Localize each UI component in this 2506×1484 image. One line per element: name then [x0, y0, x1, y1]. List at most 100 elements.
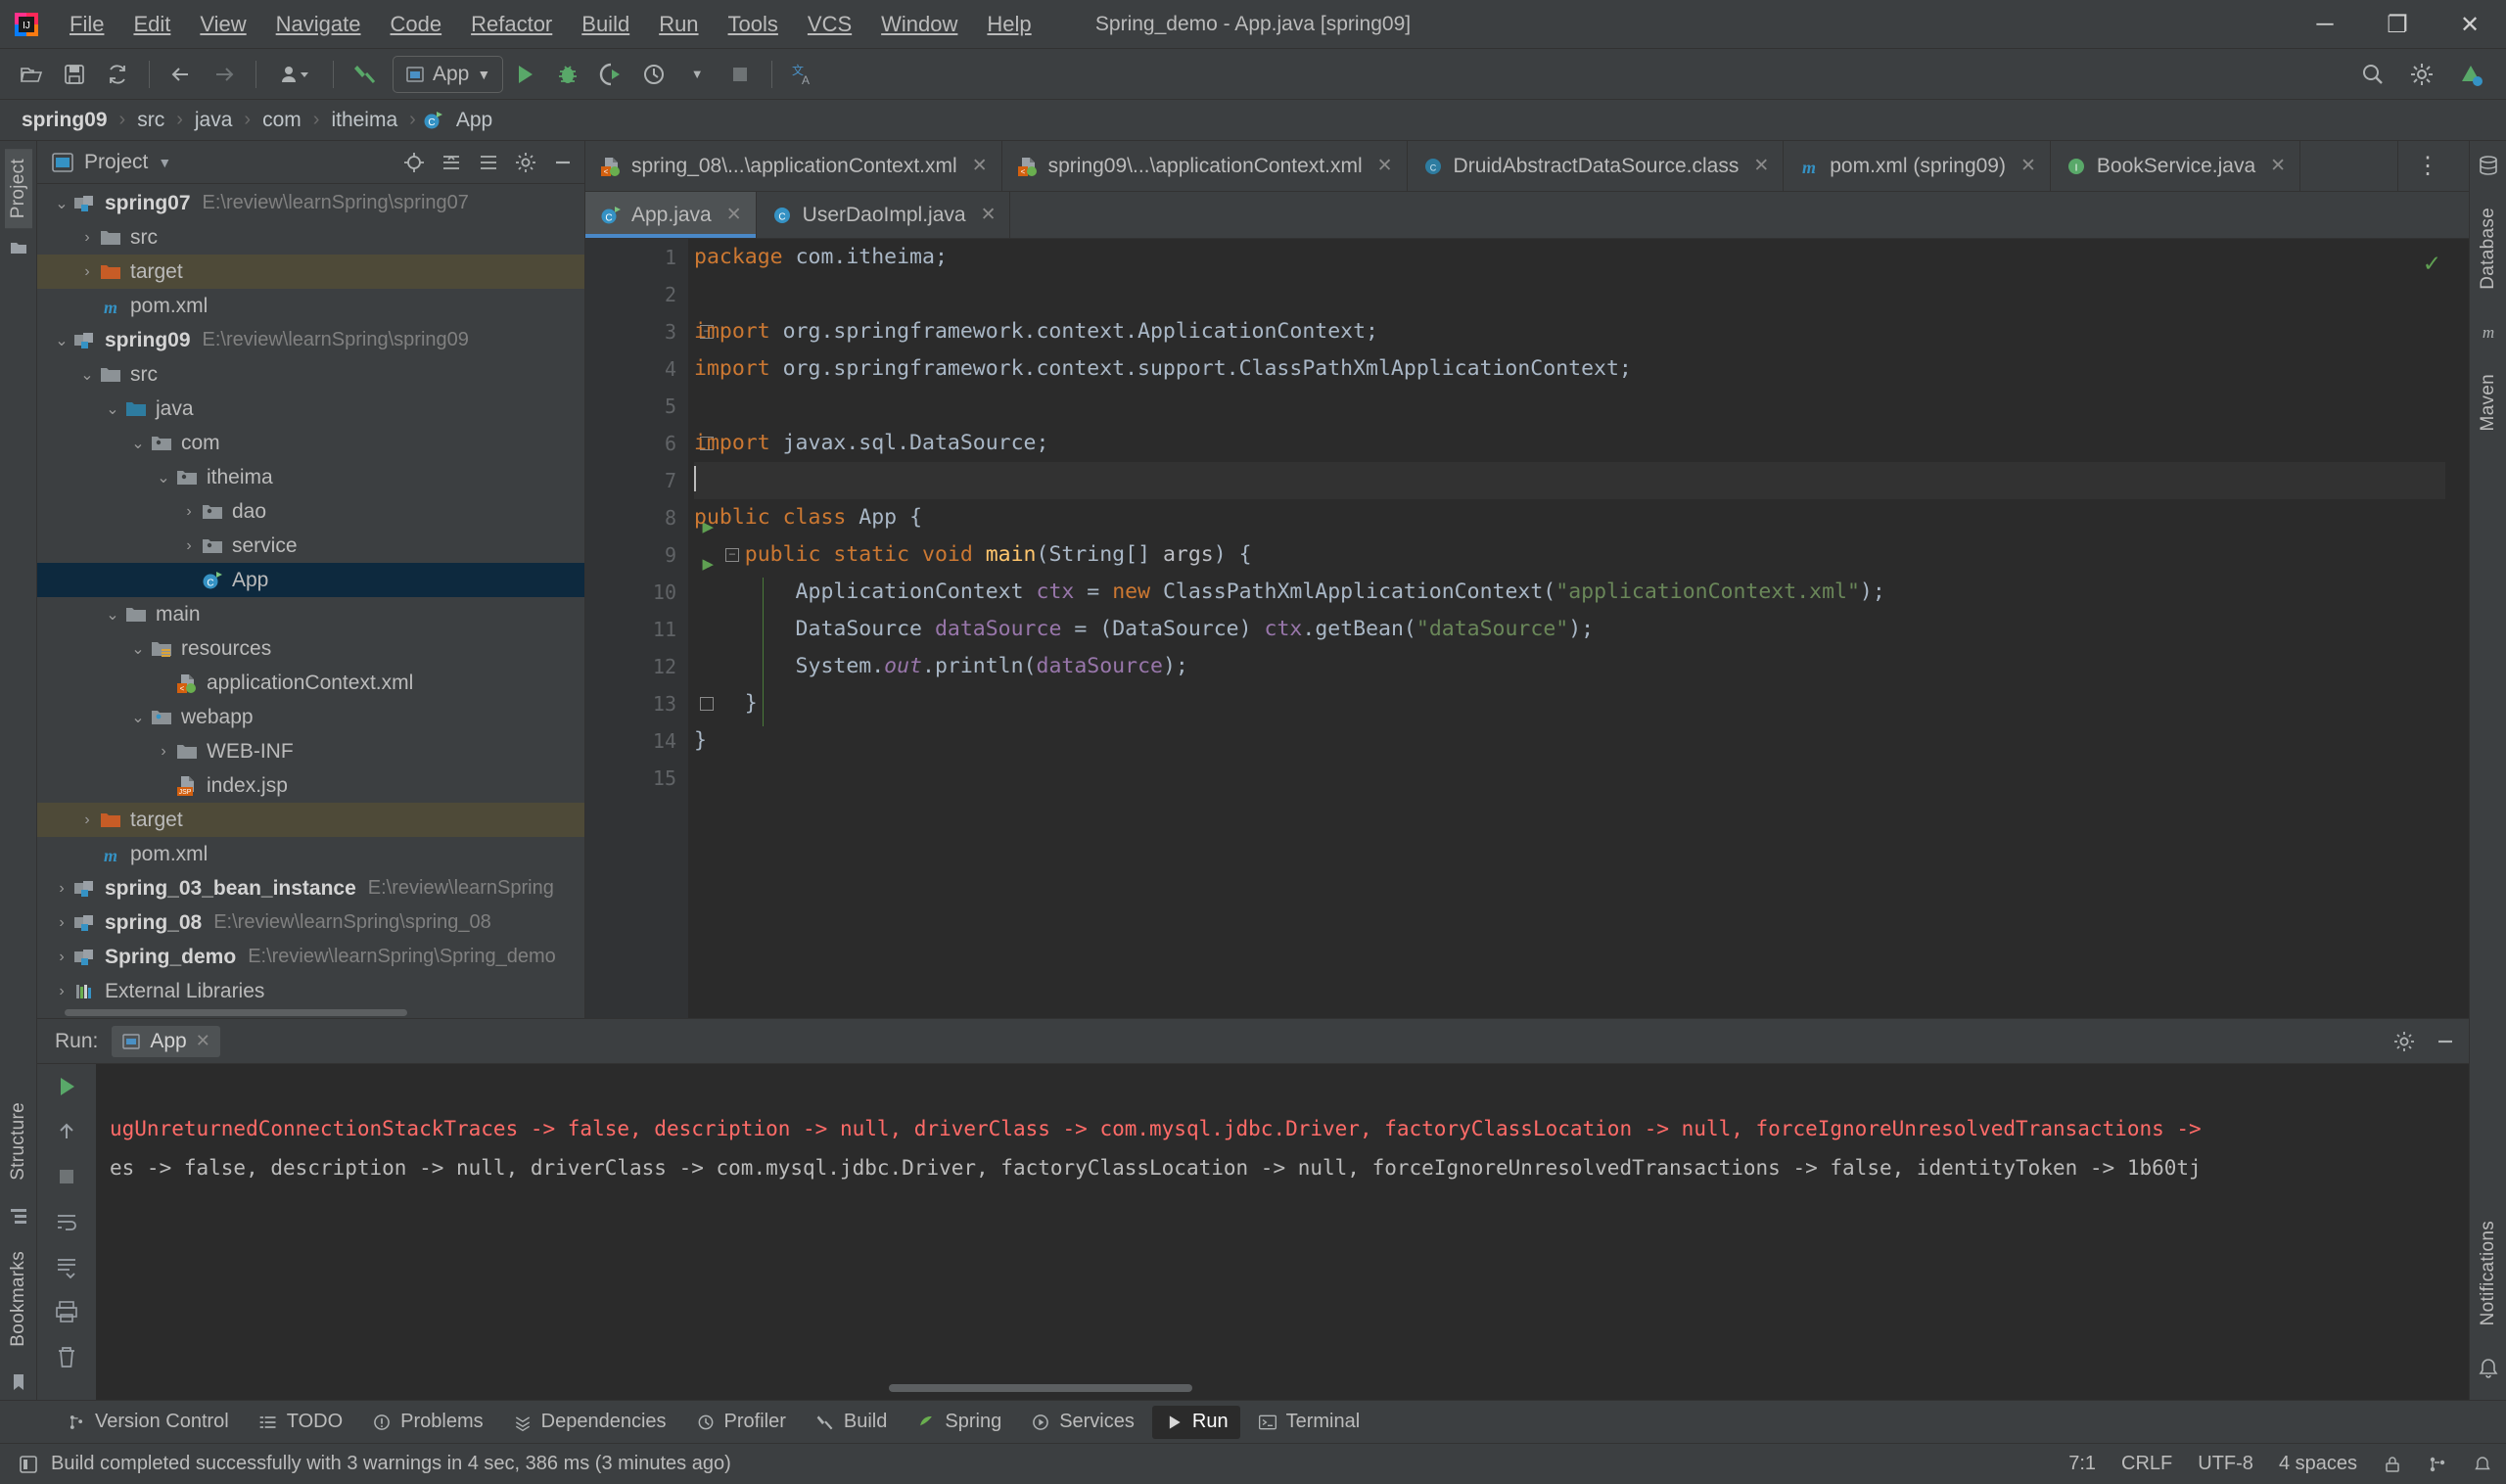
gutter-line-3[interactable]: 3−	[585, 313, 714, 350]
breadcrumb-item-3[interactable]: com	[256, 107, 307, 134]
sync-button[interactable]	[99, 56, 136, 93]
editor-gutter[interactable]: 1 2 3−4 5 6 7 8 ▶ 9 ▶ −10 11 12 13 14 15	[585, 239, 739, 1018]
translate-button[interactable]: 文A	[785, 56, 822, 93]
tool-tab-bookmarks[interactable]: Bookmarks	[5, 1241, 32, 1357]
chevron-right-icon[interactable]: ›	[51, 914, 72, 932]
menu-view[interactable]: View	[185, 8, 260, 41]
gutter-line-2[interactable]: 2	[585, 276, 688, 313]
chevron-right-icon[interactable]: ›	[76, 229, 98, 247]
save-all-button[interactable]	[56, 56, 93, 93]
user-account-button[interactable]	[269, 56, 320, 93]
chevron-down-icon[interactable]: ⌄	[153, 468, 174, 487]
stop-button[interactable]	[721, 56, 759, 93]
menu-code[interactable]: Code	[376, 8, 457, 41]
code-line-11[interactable]: DataSource dataSource = (DataSource) ctx…	[694, 611, 2469, 648]
tree-node-app[interactable]: C App	[37, 563, 584, 597]
print-icon[interactable]	[54, 1299, 79, 1324]
menu-run[interactable]: Run	[644, 8, 713, 41]
close-button[interactable]: ✕	[2434, 0, 2506, 49]
tool-tab-maven[interactable]: Maven	[2475, 364, 2502, 441]
editor-tab-userdaoimpl-java[interactable]: C UserDaoImpl.java ✕	[757, 192, 1011, 238]
editor-tab-spring-08-applicationcontext-xml[interactable]: < spring_08\...\applicationContext.xml ✕	[585, 141, 1002, 191]
tree-node-src[interactable]: ⌄ src	[37, 357, 584, 392]
gutter-line-15[interactable]: 15	[585, 760, 688, 797]
bottom-tab-version-control[interactable]: Version Control	[55, 1406, 241, 1439]
gutter-line-13[interactable]: 13	[585, 685, 714, 722]
gutter-line-11[interactable]: 11	[585, 611, 688, 648]
tree-node-src[interactable]: › src	[37, 220, 584, 255]
stop-icon[interactable]	[54, 1164, 79, 1189]
file-encoding[interactable]: UTF-8	[2198, 1453, 2253, 1475]
code-line-1[interactable]: package com.itheima;	[694, 239, 2469, 276]
editor-tabs-overflow[interactable]: ⋮	[2397, 141, 2469, 191]
chevron-down-icon[interactable]: ⌄	[127, 434, 149, 453]
soft-wrap-icon[interactable]	[54, 1209, 79, 1234]
tree-node-webapp[interactable]: ⌄ webapp	[37, 700, 584, 734]
tool-tab-project[interactable]: Project	[4, 149, 32, 229]
menu-window[interactable]: Window	[866, 8, 972, 41]
code-line-6[interactable]: import javax.sql.DataSource;	[694, 425, 2469, 462]
maximize-button[interactable]: ❐	[2361, 0, 2434, 49]
code-line-15[interactable]	[694, 760, 2469, 797]
bottom-tab-dependencies[interactable]: Dependencies	[501, 1406, 678, 1439]
bottom-tab-build[interactable]: Build	[804, 1406, 899, 1439]
tree-node-java[interactable]: ⌄ java	[37, 392, 584, 426]
chevron-down-icon[interactable]: ⌄	[51, 194, 72, 213]
code-line-14[interactable]: }	[694, 722, 2469, 760]
code-line-13[interactable]: }	[694, 685, 2469, 722]
tool-tab-database[interactable]: Database	[2475, 198, 2502, 300]
caret-position[interactable]: 7:1	[2068, 1453, 2096, 1475]
code-line-12[interactable]: System.out.println(dataSource);	[694, 648, 2469, 685]
rerun-icon[interactable]	[54, 1074, 79, 1099]
editor-tab-pom-xml-spring09-[interactable]: m pom.xml (spring09) ✕	[1784, 141, 2051, 191]
code-line-4[interactable]: import org.springframework.context.suppo…	[694, 350, 2469, 388]
close-icon[interactable]: ✕	[2270, 155, 2286, 177]
profiler-button[interactable]	[635, 56, 673, 93]
console-horizontal-scrollbar[interactable]	[96, 1382, 2469, 1394]
more-vertical-icon[interactable]: ⋮	[2398, 152, 2457, 180]
bottom-tab-problems[interactable]: Problems	[360, 1406, 494, 1439]
expand-all-icon[interactable]	[477, 151, 500, 174]
tree-node-external-libraries[interactable]: › External Libraries	[37, 974, 584, 1006]
tree-node-resources[interactable]: ⌄ resources	[37, 631, 584, 666]
database-icon[interactable]	[2478, 155, 2499, 176]
code-line-8[interactable]: public class App {	[694, 499, 2469, 536]
chevron-down-icon[interactable]: ▼	[158, 155, 171, 170]
tree-node-pom-xml[interactable]: m pom.xml	[37, 289, 584, 323]
search-everywhere-button[interactable]	[2354, 56, 2391, 93]
code-line-2[interactable]	[694, 276, 2469, 313]
debug-button[interactable]	[549, 56, 586, 93]
tree-node-applicationcontext-xml[interactable]: < applicationContext.xml	[37, 666, 584, 700]
chevron-right-icon[interactable]: ›	[51, 949, 72, 966]
menu-navigate[interactable]: Navigate	[261, 8, 376, 41]
bottom-tab-spring[interactable]: Spring	[905, 1406, 1013, 1439]
breadcrumb-item-2[interactable]: java	[189, 107, 239, 134]
gutter-line-12[interactable]: 12	[585, 648, 688, 685]
minimize-button[interactable]: ─	[2289, 0, 2361, 49]
menu-tools[interactable]: Tools	[714, 8, 793, 41]
open-folder-button[interactable]	[13, 56, 50, 93]
editor-tab-app-java[interactable]: C App.java ✕	[585, 192, 757, 238]
navigate-forward-button[interactable]	[206, 56, 243, 93]
notifications-icon[interactable]	[2478, 1357, 2499, 1378]
settings-gear-icon[interactable]	[2392, 1030, 2416, 1053]
maven-icon[interactable]: m	[2478, 321, 2499, 343]
chevron-down-icon[interactable]: ⌄	[76, 365, 98, 385]
close-icon[interactable]: ✕	[1377, 155, 1393, 177]
editor-tab-druidabstractdatasource-class[interactable]: C DruidAbstractDataSource.class ✕	[1408, 141, 1785, 191]
chevron-down-icon[interactable]: ⌄	[102, 399, 123, 419]
updates-button[interactable]	[2452, 56, 2489, 93]
build-project-button[interactable]	[347, 56, 384, 93]
chevron-right-icon[interactable]: ›	[76, 812, 98, 829]
run-button[interactable]	[506, 56, 543, 93]
chevron-right-icon[interactable]: ›	[178, 503, 200, 521]
tool-tab-structure[interactable]: Structure	[5, 1092, 32, 1190]
tree-node-web-inf[interactable]: › WEB-INF	[37, 734, 584, 768]
tree-node-com[interactable]: ⌄ com	[37, 426, 584, 460]
menu-file[interactable]: File	[55, 8, 118, 41]
tree-node-main[interactable]: ⌄ main	[37, 597, 584, 631]
chevron-right-icon[interactable]: ›	[153, 743, 174, 761]
tree-node-spring-08[interactable]: › spring_08 E:\review\learnSpring\spring_0…	[37, 905, 584, 940]
tree-node-spring-demo[interactable]: › Spring_demo E:\review\learnSpring\Spring…	[37, 940, 584, 974]
indent-setting[interactable]: 4 spaces	[2279, 1453, 2357, 1475]
